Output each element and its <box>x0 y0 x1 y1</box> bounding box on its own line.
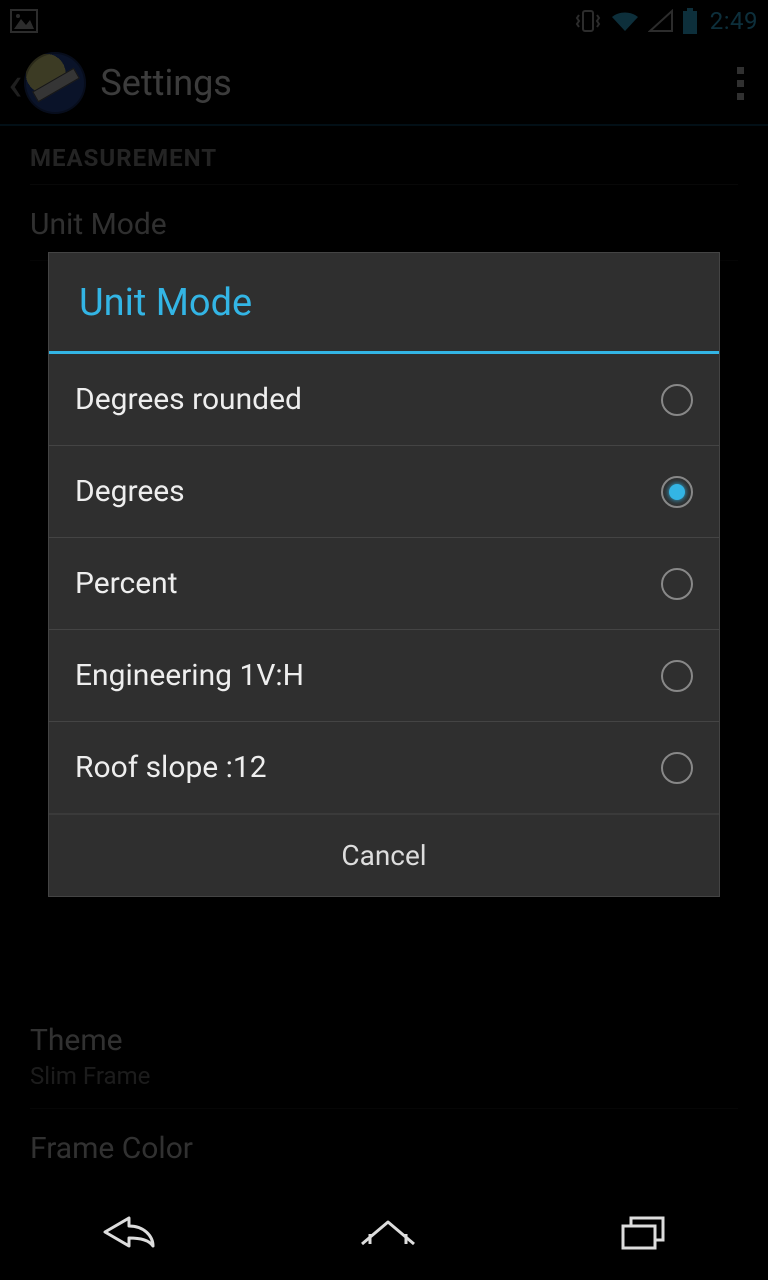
option-degrees-rounded[interactable]: Degrees rounded <box>49 354 719 446</box>
nav-home-button[interactable] <box>356 1212 420 1252</box>
radio-icon <box>661 752 693 784</box>
radio-icon <box>661 384 693 416</box>
navigation-bar <box>0 1184 768 1280</box>
dialog-title: Unit Mode <box>49 253 719 354</box>
option-label: Degrees <box>75 474 185 509</box>
radio-icon <box>661 568 693 600</box>
option-label: Degrees rounded <box>75 382 302 417</box>
nav-recent-button[interactable] <box>617 1212 669 1252</box>
option-roof-slope[interactable]: Roof slope :12 <box>49 722 719 814</box>
nav-back-button[interactable] <box>99 1212 159 1252</box>
radio-icon <box>661 660 693 692</box>
option-degrees[interactable]: Degrees <box>49 446 719 538</box>
dialog-options: Degrees rounded Degrees Percent Engineer… <box>49 354 719 814</box>
radio-icon <box>661 476 693 508</box>
option-percent[interactable]: Percent <box>49 538 719 630</box>
option-engineering[interactable]: Engineering 1V:H <box>49 630 719 722</box>
option-label: Percent <box>75 566 178 601</box>
cancel-button[interactable]: Cancel <box>49 814 719 896</box>
option-label: Roof slope :12 <box>75 750 267 785</box>
option-label: Engineering 1V:H <box>75 658 304 693</box>
unit-mode-dialog: Unit Mode Degrees rounded Degrees Percen… <box>48 252 720 897</box>
